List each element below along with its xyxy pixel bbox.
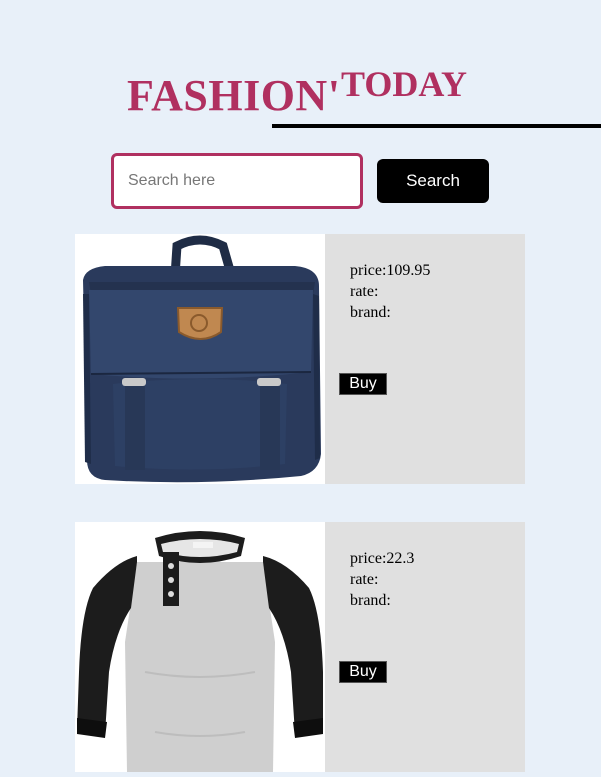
product-details: price:109.95 rate: brand: <box>350 260 430 323</box>
product-image-shirt <box>75 522 325 772</box>
product-brand: brand: <box>350 304 391 321</box>
buy-button[interactable]: Buy <box>339 373 387 395</box>
product-rate: rate: <box>350 571 379 588</box>
product-card: price:22.3 rate: brand: Buy <box>75 522 525 772</box>
product-price: price:109.95 <box>350 262 431 279</box>
product-brand: brand: <box>350 592 391 609</box>
search-button[interactable]: Search <box>377 159 489 203</box>
search-input[interactable] <box>111 153 363 209</box>
product-rate: rate: <box>350 283 379 300</box>
brand-title-fashion: FASHION' <box>127 71 341 120</box>
product-price: price:22.3 <box>350 550 415 567</box>
product-card: price:109.95 rate: brand: Buy <box>75 234 525 484</box>
product-image-backpack <box>75 234 325 484</box>
buy-button[interactable]: Buy <box>339 661 387 683</box>
brand-title-today: TODAY <box>341 64 468 104</box>
raglan-henley-shirt-image <box>75 522 325 772</box>
product-details: price:22.3 rate: brand: <box>350 548 414 611</box>
navy-backpack-image <box>75 234 325 484</box>
header-underline <box>272 124 601 128</box>
